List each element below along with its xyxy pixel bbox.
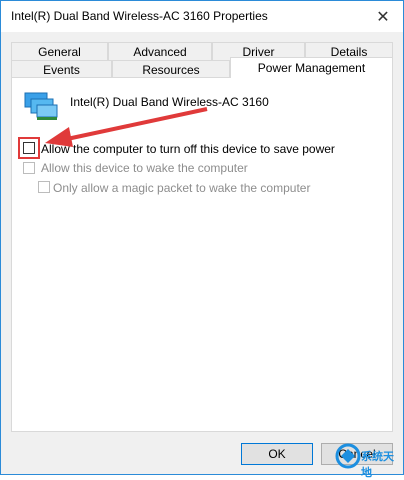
tab-general[interactable]: General <box>11 42 108 60</box>
ok-label: OK <box>268 447 286 461</box>
tab-power-management[interactable]: Power Management <box>230 57 393 78</box>
watermark-logo: 系统天地 <box>335 441 399 479</box>
wake-computer-label[interactable]: Allow this device to wake the computer <box>41 161 248 175</box>
window-title: Intel(R) Dual Band Wireless-AC 3160 Prop… <box>11 9 268 23</box>
close-button[interactable]: ✕ <box>363 1 403 32</box>
annotation-highlight-box <box>18 137 40 159</box>
magic-packet-label[interactable]: Only allow a magic packet to wake the co… <box>53 181 310 195</box>
tab-label: Resources <box>142 62 200 77</box>
close-icon: ✕ <box>376 8 390 26</box>
watermark-text: 系统天地 <box>361 451 394 479</box>
title-bar: Intel(R) Dual Band Wireless-AC 3160 Prop… <box>1 1 403 32</box>
properties-dialog: Intel(R) Dual Band Wireless-AC 3160 Prop… <box>0 0 404 479</box>
tab-resources[interactable]: Resources <box>112 60 230 78</box>
tab-advanced[interactable]: Advanced <box>108 42 212 60</box>
watermark-icon <box>335 443 361 469</box>
ok-button[interactable]: OK <box>241 443 313 465</box>
tab-label: Events <box>43 62 80 77</box>
annotation-arrow <box>45 107 208 147</box>
magic-packet-checkbox[interactable] <box>38 181 50 193</box>
tab-label: General <box>38 44 81 59</box>
wake-computer-checkbox[interactable] <box>23 162 35 174</box>
tab-events[interactable]: Events <box>11 60 112 78</box>
tab-label: Power Management <box>257 61 366 75</box>
tab-label: Advanced <box>133 44 187 59</box>
